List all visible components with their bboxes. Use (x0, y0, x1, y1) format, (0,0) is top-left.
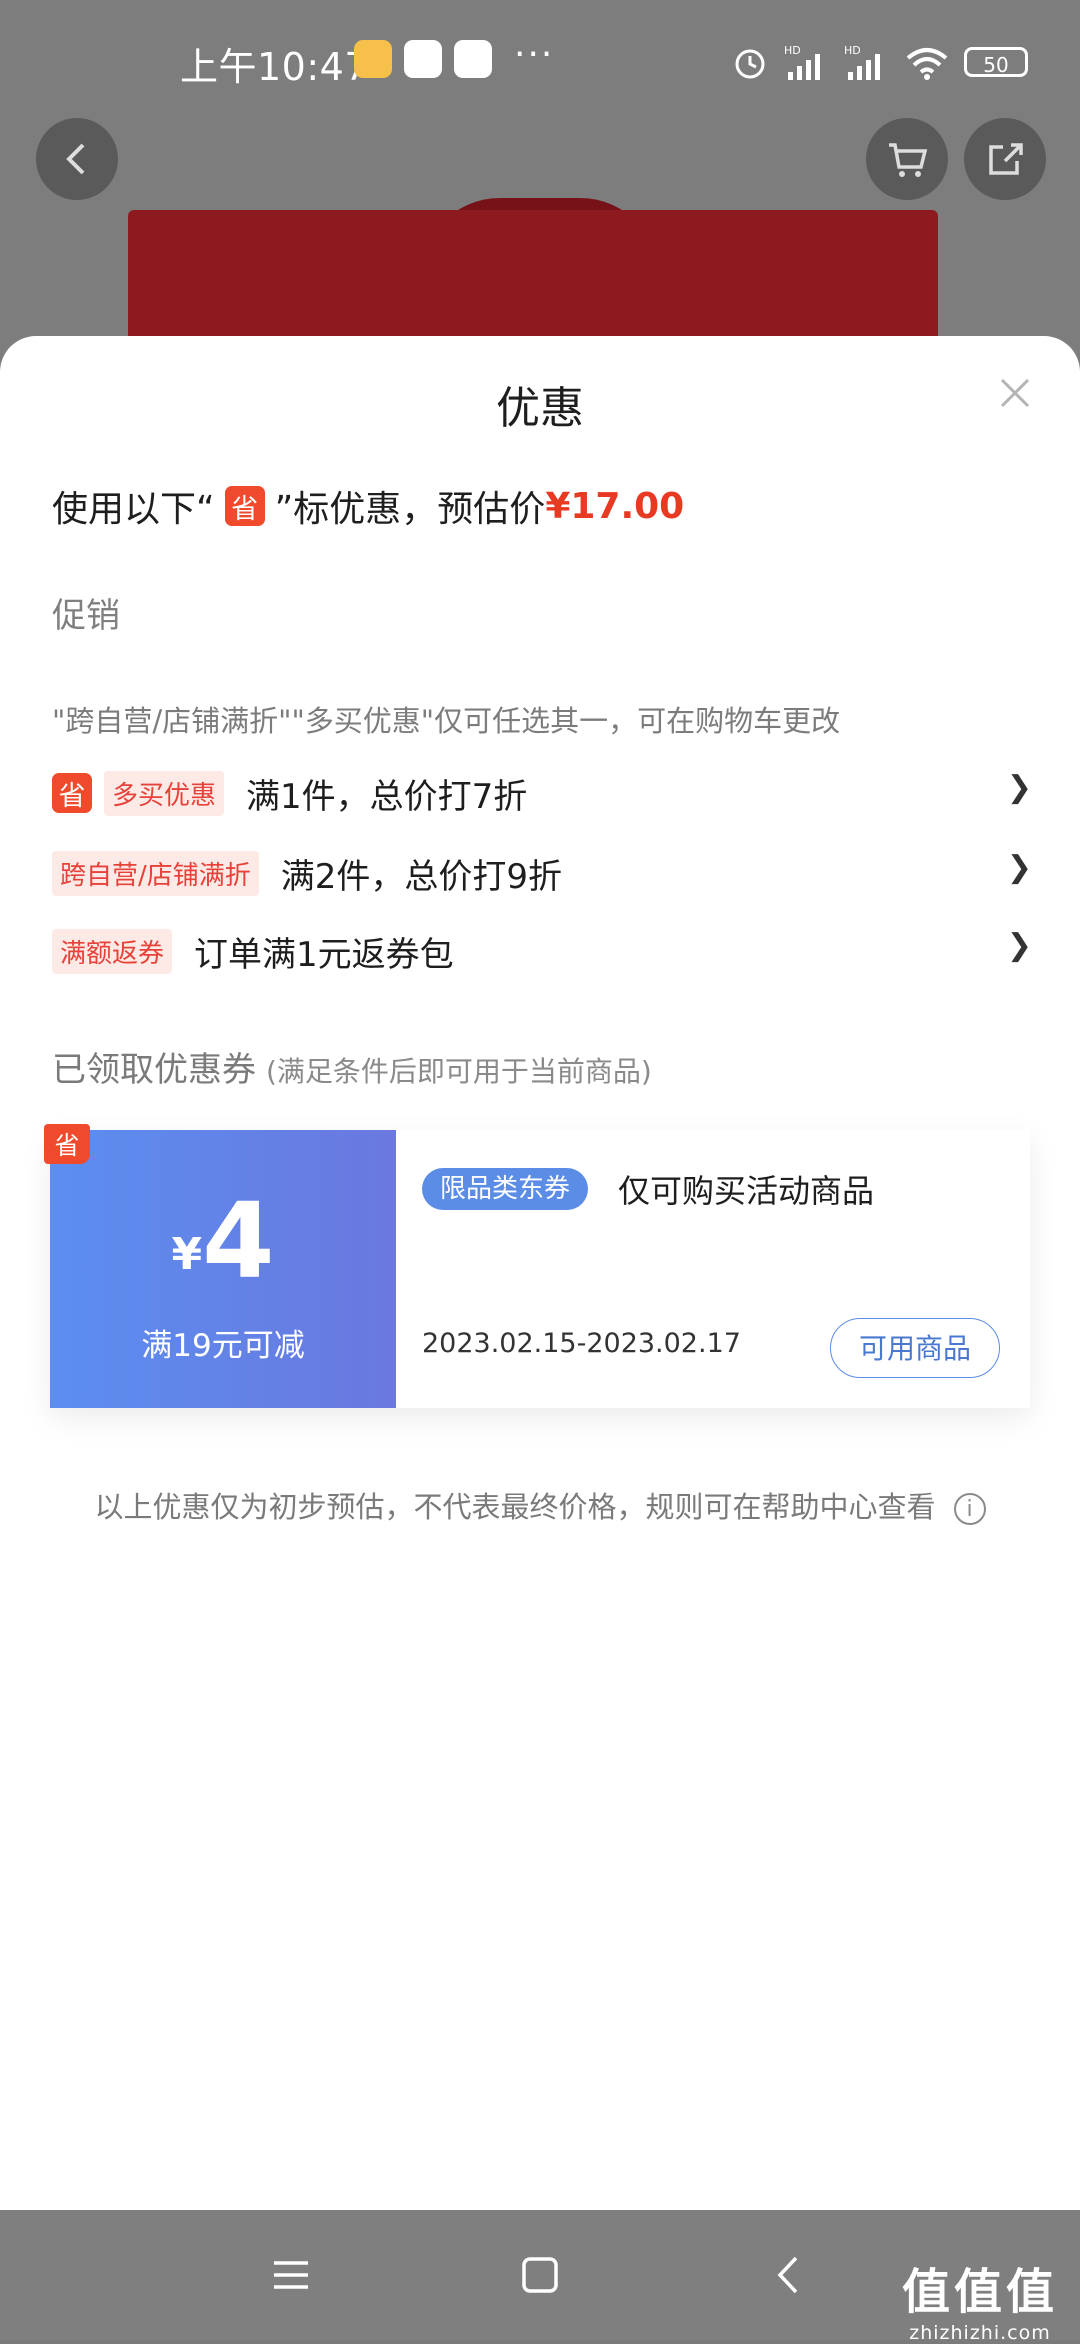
promo-text: 满2件，总价打9折 (280, 856, 563, 897)
wifi-icon (906, 48, 948, 80)
sheet-title: 优惠 (496, 383, 584, 434)
coupon-amount-value: 4 (202, 1180, 275, 1302)
chevron-left-icon (66, 143, 85, 175)
coupon-description: 仅可购买活动商品 (618, 1172, 875, 1210)
promo-tag: 满额返券 (52, 928, 173, 974)
battery-icon: 50 (964, 47, 1028, 77)
promo-row-coupon-return[interactable]: 满额返券 订单满1元返券包 ❯ (52, 926, 1032, 976)
signal-icon: HD (784, 44, 820, 80)
share-icon (989, 143, 1023, 175)
applicable-products-button[interactable]: 可用商品 (830, 1318, 1000, 1378)
play-store-icon (454, 40, 492, 78)
svg-text:HD: HD (784, 44, 801, 57)
close-icon (1000, 378, 1030, 408)
save-badge-icon: 省 (52, 773, 92, 813)
estimated-price-line: 使用以下“ 省 ”标优惠，预估价 ¥17.00 (52, 480, 684, 532)
alarm-icon (735, 49, 765, 79)
menu-button[interactable] (266, 2250, 316, 2300)
menu-icon (274, 2261, 308, 2289)
more-notifications-icon: ··· (514, 34, 555, 75)
chevron-right-icon: ❯ (1006, 770, 1032, 805)
estimated-price: ¥17.00 (545, 485, 685, 527)
message-app-icon (404, 40, 442, 78)
promo-tag: 跨自营/店铺满折 (52, 850, 259, 896)
promo-tag: 多买优惠 (104, 770, 225, 816)
coupon-card[interactable]: ¥4 满19元可减 省 限品类东券 仅可购买活动商品 2023.02.15-20… (44, 1124, 1030, 1408)
coupon-section-subtitle: (满足条件后即可用于当前商品) (266, 1055, 652, 1088)
discount-sheet: 优惠 使用以下“ 省 ”标优惠，预估价 ¥17.00 促销 "跨自营/店铺满折"… (0, 336, 1080, 2210)
coupon-value-panel: ¥4 满19元可减 (50, 1130, 396, 1408)
notification-app-icon (354, 40, 392, 78)
disclaimer-text: 以上优惠仅为初步预估，不代表最终价格，规则可在帮助中心查看 (94, 1490, 936, 1524)
home-icon (522, 2257, 558, 2293)
status-icons: HD HD 50 (730, 40, 1028, 84)
chevron-right-icon: ❯ (1006, 850, 1032, 885)
watermark-logo: 值值值 (901, 2264, 1058, 2320)
promo-row-store-discount[interactable]: 跨自营/店铺满折 满2件，总价打9折 ❯ (52, 848, 1032, 898)
home-button[interactable] (515, 2250, 565, 2300)
coupon-section-label: 已领取优惠券 (满足条件后即可用于当前商品) (52, 1042, 652, 1091)
status-time: 上午10:47 (180, 45, 370, 89)
coupon-condition: 满19元可减 (141, 1328, 305, 1364)
back-icon (777, 2256, 798, 2294)
estimate-mid: ”标优惠，预估价 (274, 489, 546, 530)
coupon-category-tag: 限品类东券 (422, 1168, 589, 1210)
cart-button[interactable] (866, 118, 948, 200)
estimate-prefix: 使用以下“ (52, 489, 215, 530)
close-button[interactable] (990, 368, 1040, 418)
cart-icon (889, 143, 928, 177)
promotion-section-label: 促销 (52, 596, 120, 636)
coupon-validity: 2023.02.15-2023.02.17 (422, 1328, 741, 1359)
coupon-section-title: 已领取优惠券 (52, 1050, 256, 1090)
svg-text:HD: HD (844, 44, 861, 57)
promo-row-multi-buy[interactable]: 省 多买优惠 满1件，总价打7折 ❯ (52, 768, 1032, 818)
coupon-currency: ¥ (171, 1229, 203, 1280)
back-button[interactable] (36, 118, 118, 200)
promotion-hint: "跨自营/店铺满折""多买优惠"仅可任选其一，可在购物车更改 (52, 704, 841, 738)
promo-text: 满1件，总价打7折 (246, 776, 528, 817)
save-badge-icon: 省 (224, 486, 265, 526)
disclaimer: 以上优惠仅为初步预估，不代表最终价格，规则可在帮助中心查看 i (0, 1484, 1080, 1526)
chevron-right-icon: ❯ (1006, 928, 1032, 963)
promo-text: 订单满1元返券包 (194, 934, 454, 975)
status-bar: 上午10:47 ··· HD HD 50 (0, 0, 1080, 120)
save-badge-icon: 省 (44, 1124, 90, 1164)
coupon-amount: ¥4 (50, 1180, 396, 1302)
share-button[interactable] (964, 118, 1046, 200)
watermark-url: zhizhizhi.com (909, 2322, 1051, 2344)
info-icon[interactable]: i (953, 1493, 986, 1525)
watermark: 值值值 zhizhizhi.com (902, 2252, 1058, 2344)
system-back-button[interactable] (764, 2250, 814, 2300)
signal-icon-2: HD (844, 44, 880, 80)
